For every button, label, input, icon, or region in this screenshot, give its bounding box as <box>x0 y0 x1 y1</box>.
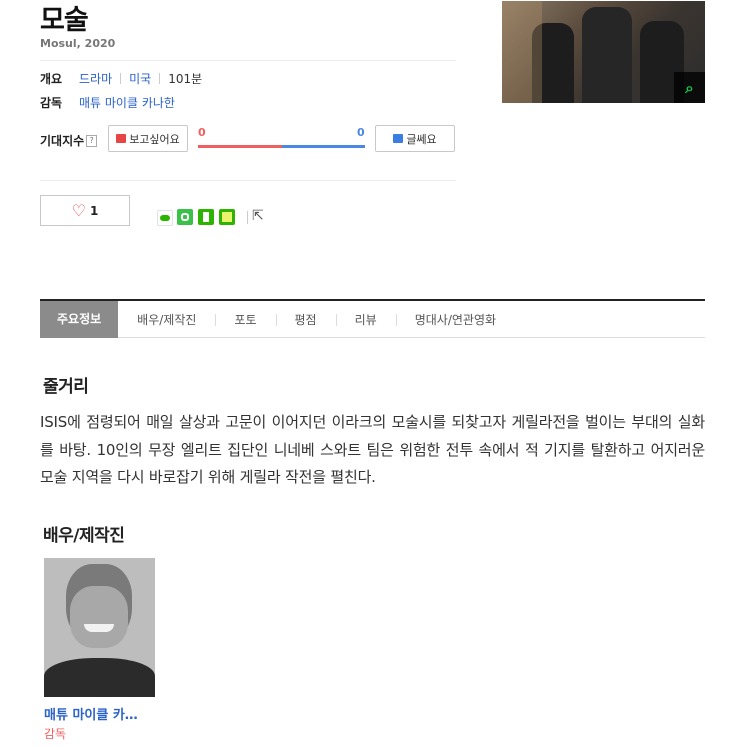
bookmark-icon[interactable] <box>198 209 214 225</box>
cast-photo[interactable] <box>44 558 155 697</box>
director-row: 감독 매튜 마이클 카나한 <box>40 94 175 111</box>
meh-button[interactable]: 글쎄요 <box>375 125 455 152</box>
country-link[interactable]: 미국 <box>129 70 151 87</box>
heart-icon: ♡ <box>71 200 86 220</box>
cast-name[interactable]: 매튜 마이클 카… <box>44 704 138 723</box>
tab-cast-crew[interactable]: 배우/제작진 <box>118 311 215 328</box>
zoom-icon[interactable]: ⌕ <box>674 72 705 103</box>
like-count: 1 <box>89 203 99 218</box>
want-to-see-label: 보고싶어요 <box>129 132 180 146</box>
want-to-see-button[interactable]: 보고싶어요 <box>108 125 188 152</box>
tab-bar: 주요정보 배우/제작진 포토 평점 리뷰 명대사/연관영화 <box>40 299 705 338</box>
expectation-label-text: 기대지수 <box>40 134 85 148</box>
cast-heading: 배우/제작진 <box>43 526 125 546</box>
overview-label: 개요 <box>40 72 63 86</box>
genre-link[interactable]: 드라마 <box>79 70 112 87</box>
meh-bar <box>282 145 365 148</box>
expectation-label: 기대지수 ? <box>40 132 98 149</box>
band-icon[interactable] <box>177 209 193 225</box>
tab-main-info[interactable]: 주요정보 <box>40 300 119 338</box>
synopsis-text: ISIS에 점령되어 매일 살상과 고문이 이어지던 이라크의 모술시를 되찾고… <box>40 413 705 486</box>
synopsis-heading: 줄거리 <box>43 377 89 397</box>
movie-title: 모술 <box>40 5 89 36</box>
share-icon[interactable]: ⇱ <box>252 208 264 224</box>
cast-role: 감독 <box>44 727 67 741</box>
overview-row: 개요 드라마 미국 101분 <box>40 70 202 87</box>
movie-subtitle: Mosul, 2020 <box>40 37 116 50</box>
divider <box>40 60 456 61</box>
separator <box>159 73 161 84</box>
tab-quotes-related[interactable]: 명대사/연관영화 <box>395 311 515 328</box>
thumbs-down-icon <box>393 134 404 143</box>
separator <box>120 73 122 84</box>
director-link[interactable]: 매튜 마이클 카나한 <box>79 94 175 111</box>
kakao-icon[interactable] <box>219 209 235 225</box>
tab-ratings[interactable]: 평점 <box>275 311 336 328</box>
want-bar <box>198 145 282 148</box>
meh-label: 글쎄요 <box>406 132 437 146</box>
divider <box>40 180 456 181</box>
want-count: 0 <box>198 126 206 139</box>
tab-reviews[interactable]: 리뷰 <box>335 311 396 328</box>
meh-count: 0 <box>357 126 365 139</box>
runtime: 101분 <box>168 72 203 86</box>
like-button[interactable]: ♡ 1 <box>40 195 130 226</box>
thumbs-up-icon <box>116 134 127 143</box>
director-label: 감독 <box>40 96 63 110</box>
divider <box>247 211 248 224</box>
help-icon[interactable]: ? <box>86 134 98 147</box>
tab-photos[interactable]: 포토 <box>215 311 275 328</box>
naver-blog-icon[interactable] <box>157 210 173 226</box>
